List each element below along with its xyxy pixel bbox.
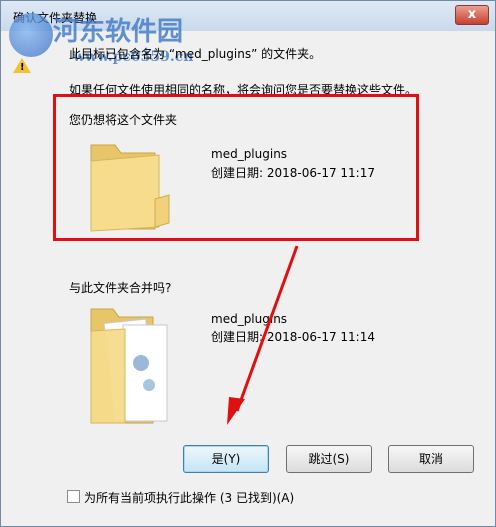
yes-button[interactable]: 是(Y) <box>183 445 269 473</box>
skip-button[interactable]: 跳过(S) <box>286 445 372 473</box>
apply-to-all-checkbox[interactable] <box>67 490 80 503</box>
apply-to-all-label[interactable]: 为所有当前项执行此操作 (3 已找到)(A) <box>84 489 294 506</box>
cancel-button[interactable]: 取消 <box>388 445 474 473</box>
confirm-folder-replace-dialog: 确认文件夹替换 x 河东软件园 www.pc0359.cn ! 此目标已包含名为… <box>0 0 496 527</box>
